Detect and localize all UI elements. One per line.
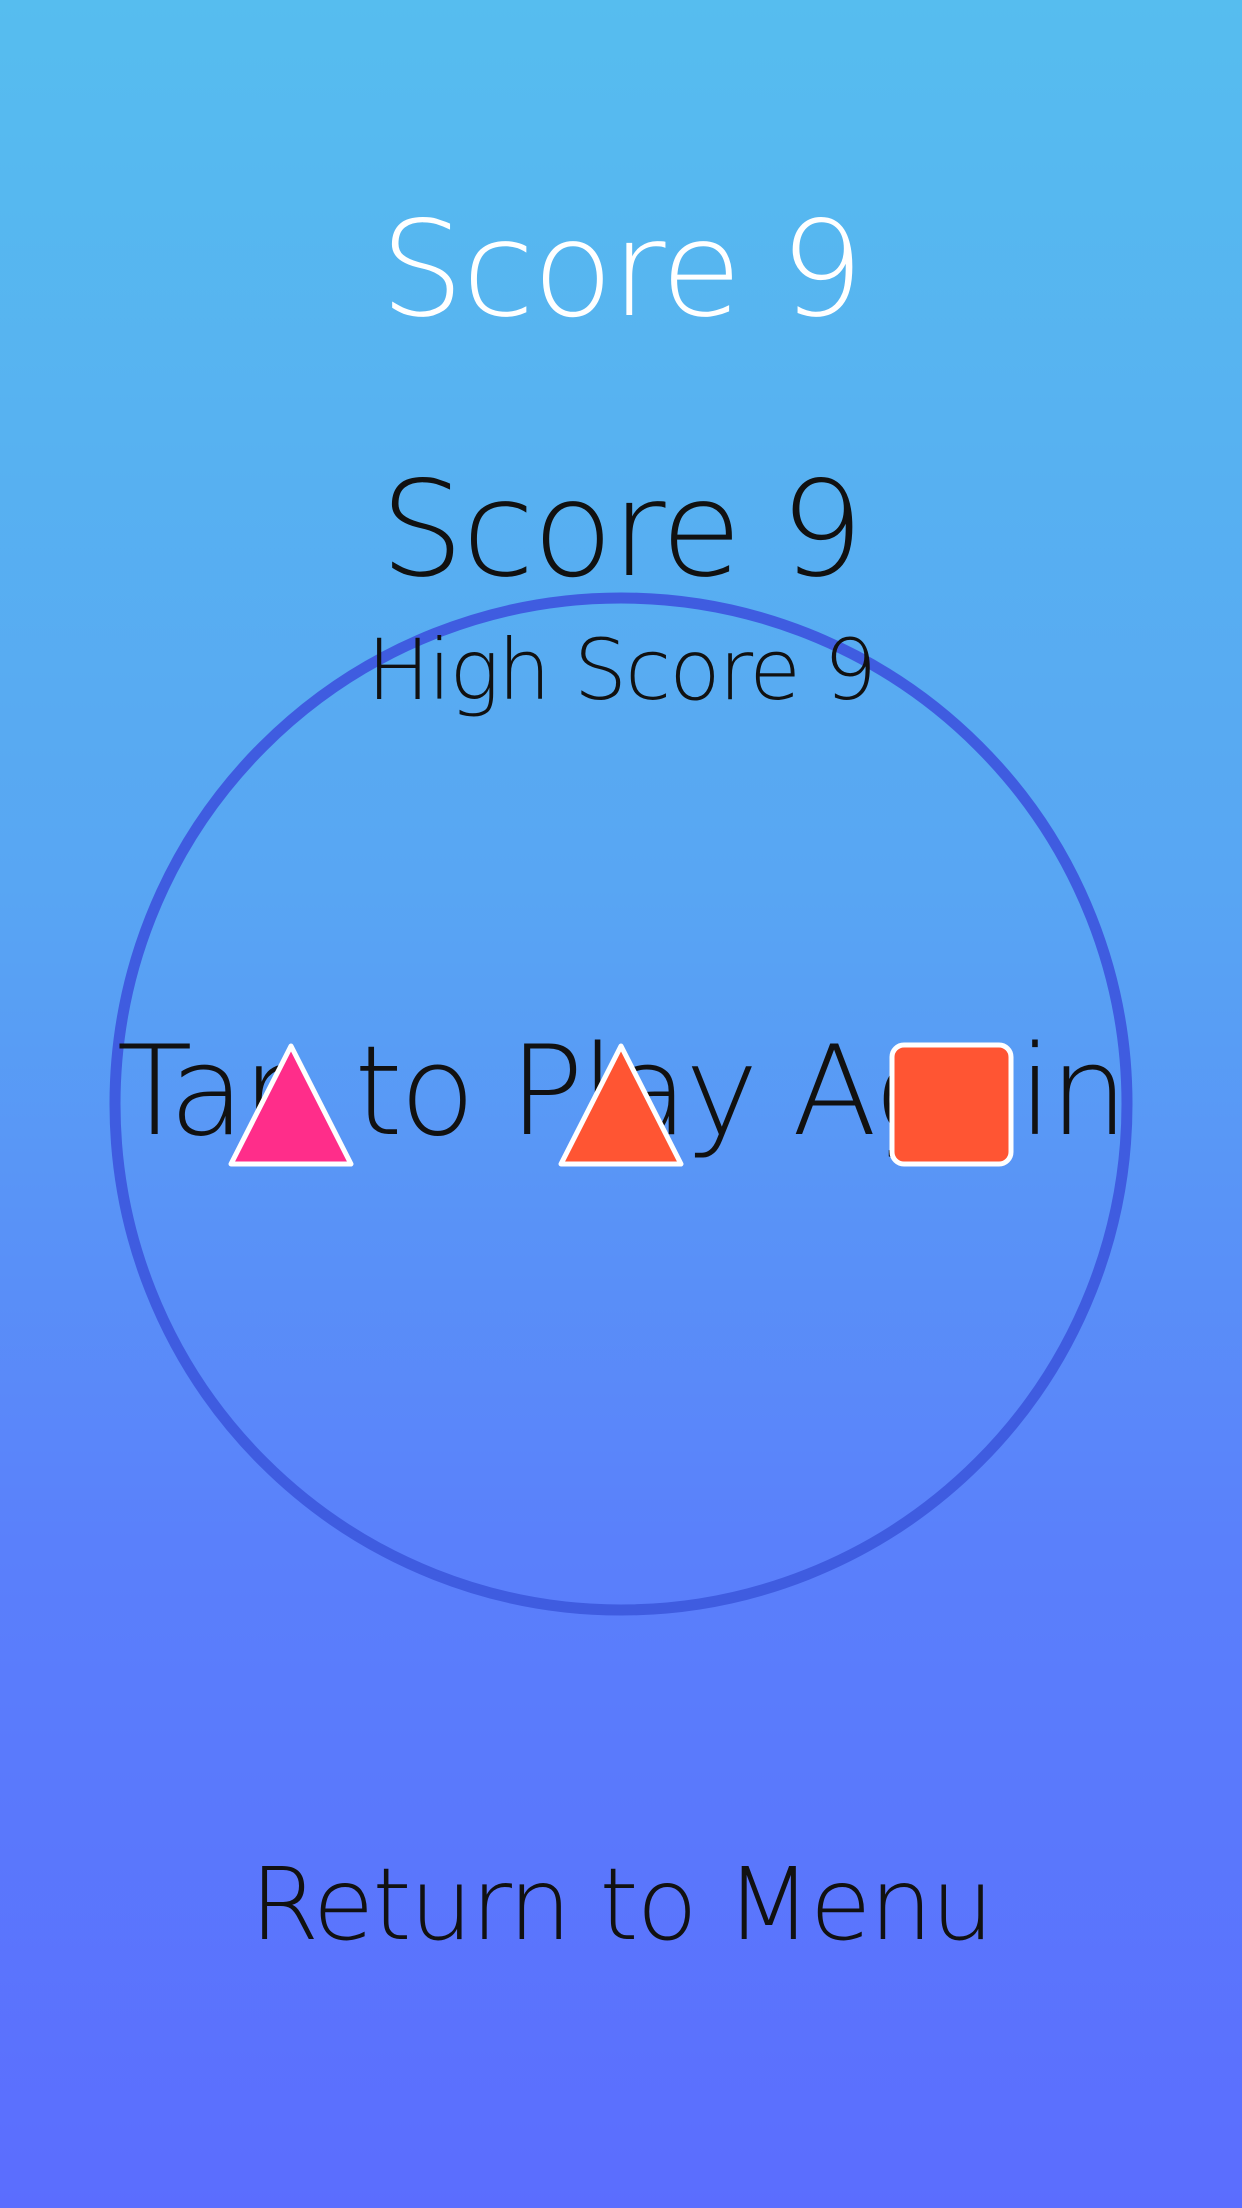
play-again-button[interactable]: Tap to Play Again xyxy=(0,1020,1242,1165)
hud-score: Score 9 xyxy=(380,193,864,347)
return-to-menu-button[interactable]: Return to Menu xyxy=(0,1845,1242,1965)
high-score: High Score 9 xyxy=(366,621,877,719)
final-score: Score 9 xyxy=(380,453,864,607)
